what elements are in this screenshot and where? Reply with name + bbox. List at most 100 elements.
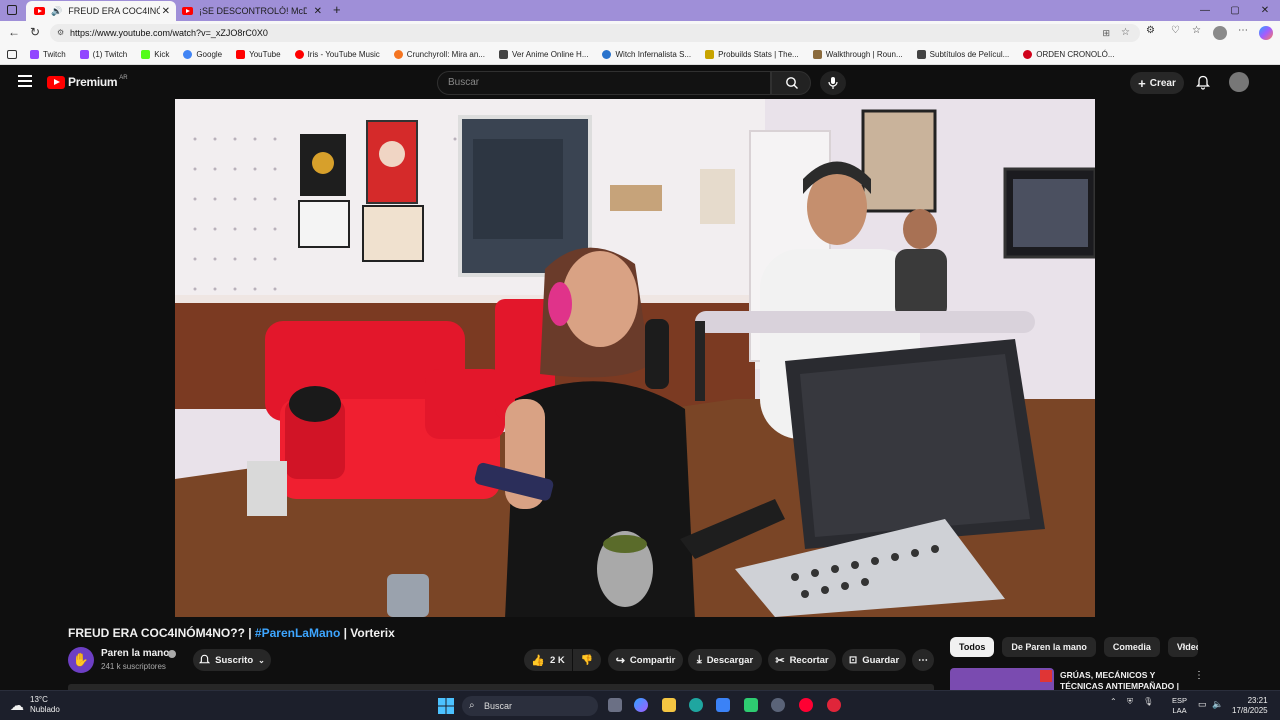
collections-icon[interactable]: ☆: [1192, 25, 1201, 36]
thumbs-down-icon: 👎: [580, 654, 594, 666]
bookmark-youtube[interactable]: YouTube: [236, 50, 281, 59]
back-icon[interactable]: ←: [8, 25, 20, 39]
taskbar-search[interactable]: ⌕ Buscar: [462, 696, 598, 716]
more-menu-icon[interactable]: ⋯: [1238, 25, 1248, 36]
crunchyroll-icon: [393, 50, 403, 59]
search-button[interactable]: [771, 71, 811, 95]
subscribed-button[interactable]: Suscrito ⌄: [193, 649, 271, 671]
task-view-icon[interactable]: [608, 698, 622, 712]
voice-search-button[interactable]: [820, 71, 846, 95]
more-actions-button[interactable]: ⋯: [912, 649, 934, 671]
weather-temp: 13°C: [30, 695, 48, 704]
minimize-icon[interactable]: —: [1190, 0, 1220, 21]
app-red-icon[interactable]: [827, 698, 841, 712]
copilot-taskbar-icon[interactable]: [634, 698, 648, 712]
filter-chips: Todos De Paren la mano Comedia Video: [950, 637, 1198, 657]
bookmark-orden[interactable]: ORDEN CRONOLÓ...: [1023, 50, 1115, 59]
bookmarks-menu-icon[interactable]: [7, 50, 17, 59]
speaker-icon[interactable]: 🔊: [51, 6, 62, 17]
reader-view-icon[interactable]: ⊞: [1102, 24, 1110, 42]
site-info-icon[interactable]: ⚙: [57, 24, 64, 42]
bookmark-twitch[interactable]: Twitch: [30, 50, 66, 59]
store-icon[interactable]: [716, 698, 730, 712]
favorites-icon[interactable]: ♡: [1171, 25, 1180, 36]
reload-icon[interactable]: ↻: [30, 25, 40, 39]
close-tab-icon[interactable]: ✕: [162, 6, 170, 17]
bookmark-anime[interactable]: Ver Anime Online H...: [499, 50, 588, 59]
google-icon: [183, 50, 193, 59]
close-window-icon[interactable]: ✕: [1250, 0, 1280, 21]
witch-site-icon: [602, 50, 612, 59]
youtube-logo[interactable]: Premium AR: [47, 75, 128, 89]
bookmarks-bar: Twitch (1) Twitch Kick Google YouTube Ir…: [0, 45, 1280, 65]
chevron-right-icon[interactable]: ›: [1182, 640, 1186, 652]
windows-start-icon[interactable]: [438, 698, 454, 714]
network-icon[interactable]: ▭: [1198, 699, 1207, 710]
copilot-icon[interactable]: [1259, 26, 1273, 40]
share-button[interactable]: ↪ Compartir: [608, 649, 683, 671]
notifications-bell-icon[interactable]: [1196, 75, 1210, 90]
recommended-title[interactable]: GRÚAS, MECÁNICOS Y TÉCNICAS ANTIEMPAÑADO…: [1060, 670, 1180, 692]
account-avatar[interactable]: [1229, 72, 1249, 92]
antivirus-icon[interactable]: ⛨: [1127, 697, 1133, 706]
hashtag-link[interactable]: #ParenLaMano: [255, 626, 340, 640]
steam-icon[interactable]: [771, 698, 785, 712]
kick-icon: [141, 50, 151, 59]
bookmark-youtube-music[interactable]: Iris - YouTube Music: [294, 50, 380, 59]
youtube-favicon-icon: [34, 7, 45, 15]
bookmark-twitch-2[interactable]: (1) Twitch: [79, 50, 127, 59]
scissors-icon: ✂: [775, 654, 785, 667]
bookmark-kick[interactable]: Kick: [141, 50, 169, 59]
tab-active[interactable]: 🔊 FREUD ERA COC4INÓM4NO ✕: [26, 1, 176, 21]
bookmark-walkthrough[interactable]: Walkthrough | Roun...: [812, 50, 903, 59]
download-button[interactable]: ⤓ Descargar: [688, 649, 762, 671]
app-green-icon[interactable]: [744, 698, 758, 712]
close-tab-icon[interactable]: ✕: [314, 6, 322, 17]
recommended-thumbnail[interactable]: [950, 668, 1054, 690]
address-bar-row: ← ↻ ⚙ https://www.youtube.com/watch?v=_x…: [0, 21, 1280, 45]
search-input[interactable]: Buscar: [437, 71, 771, 95]
chevron-up-icon[interactable]: ⌃: [1110, 697, 1117, 706]
dislike-button[interactable]: 👎: [573, 649, 601, 671]
chip-comedia[interactable]: Comedia: [1103, 637, 1160, 657]
microphone-icon[interactable]: 🎙: [1143, 697, 1153, 706]
tab-title: ¡SE DESCONTROLÓ! McDonald's: [199, 6, 307, 16]
like-button[interactable]: 👍 2 K: [524, 649, 572, 671]
new-tab-icon[interactable]: +: [333, 2, 341, 17]
bookmark-subtitulos[interactable]: Subtítulos de Películ...: [916, 50, 1009, 59]
chip-todos[interactable]: Todos: [950, 637, 995, 657]
video-player[interactable]: [175, 99, 1095, 617]
clip-button[interactable]: ✂ Recortar: [768, 649, 836, 671]
volume-icon[interactable]: 🔈: [1212, 699, 1223, 710]
youtube-app-icon[interactable]: [799, 698, 813, 712]
bookmark-crunchyroll[interactable]: Crunchyroll: Mira an...: [393, 50, 485, 59]
chip-channel[interactable]: De Paren la mano: [1002, 637, 1096, 657]
tab-inactive[interactable]: ¡SE DESCONTROLÓ! McDonald's ✕: [178, 1, 328, 21]
save-button[interactable]: ⊡ Guardar: [842, 649, 906, 671]
video-frame: [175, 99, 1095, 617]
plus-icon: +: [1138, 75, 1146, 91]
favorite-star-icon[interactable]: ☆: [1121, 24, 1130, 42]
clock-time: 23:21: [1247, 696, 1268, 705]
more-dots-icon: ⋯: [918, 654, 928, 666]
bookmark-witch[interactable]: Witch Infernalista S...: [602, 50, 691, 59]
extensions-icon[interactable]: ⚙: [1146, 25, 1155, 36]
file-explorer-icon[interactable]: [662, 698, 676, 712]
menu-icon[interactable]: [18, 75, 32, 87]
bookmark-probuilds[interactable]: Probuilds Stats | The...: [705, 50, 799, 59]
more-vert-icon[interactable]: ⋮: [1194, 670, 1204, 681]
url-input[interactable]: ⚙ https://www.youtube.com/watch?v=_xZJO8…: [50, 24, 1140, 42]
create-button[interactable]: + Crear: [1130, 72, 1184, 94]
channel-avatar[interactable]: ✋: [68, 647, 94, 673]
edge-browser-icon[interactable]: [689, 698, 703, 712]
profile-avatar[interactable]: [1213, 26, 1227, 40]
chevron-down-icon: ⌄: [258, 655, 265, 665]
channel-name[interactable]: Paren la mano: [101, 648, 169, 659]
weather-widget[interactable]: ☁ 13°C Nublado: [10, 695, 60, 715]
youtube-music-icon: [294, 50, 304, 59]
clock[interactable]: 23:21 17/8/2025: [1232, 696, 1268, 716]
maximize-icon[interactable]: ▢: [1220, 0, 1250, 21]
sidebar-toggle-icon[interactable]: [7, 5, 17, 15]
bookmark-google[interactable]: Google: [183, 50, 222, 59]
input-language[interactable]: ESP LAA: [1172, 696, 1187, 716]
